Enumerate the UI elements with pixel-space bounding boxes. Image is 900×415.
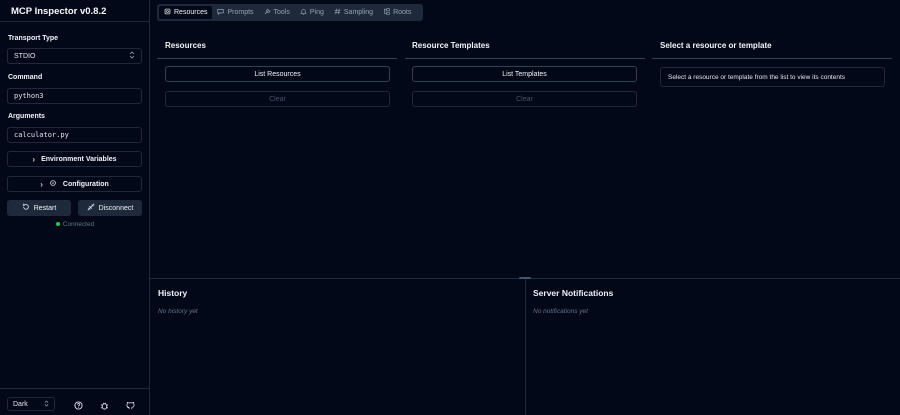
resource-templates-title: Resource Templates [412,41,490,50]
sidebar-header: MCP Inspector v0.8.2 [0,0,149,22]
tab-label: Prompts [227,9,254,16]
transport-type-select[interactable]: STDIO [7,48,142,64]
chevron-right-icon: › [40,179,43,189]
configuration-toggle[interactable]: › Configuration [7,176,142,192]
transport-type-value: STDIO [14,52,36,60]
command-input[interactable]: python3 [7,88,142,104]
tab-label: Tools [273,9,290,16]
prompts-icon [217,8,225,17]
status-dot [55,222,60,227]
tab-bar: Resources Prompts Tools Ping Sampling Ro… [157,4,423,21]
configuration-label: Configuration [62,180,109,188]
tab-label: Roots [393,9,412,16]
app-title: MCP Inspector v0.8.2 [11,6,107,17]
disconnect-button[interactable]: Disconnect [78,200,142,216]
resources-title: Resources [165,41,206,50]
tab-prompts[interactable]: Prompts [212,6,258,19]
help-icon[interactable] [73,400,83,410]
templates-divider [405,58,645,59]
transport-type-label: Transport Type [8,35,59,42]
restart-button[interactable]: Restart [7,200,71,216]
server-notifications-title: Server Notifications [533,288,614,298]
sidebar-footer: Dark [0,388,150,415]
arguments-input[interactable]: calculator.py [7,127,142,143]
restart-icon [22,203,30,213]
disconnect-label: Disconnect [98,204,134,212]
tab-label: Resources [174,9,208,16]
command-label: Command [8,74,43,81]
environment-variables-toggle[interactable]: › Environment Variables [7,151,142,167]
detail-title: Select a resource or template [660,41,772,50]
chevron-right-icon: › [32,154,36,164]
detail-divider [652,58,892,59]
theme-select[interactable]: Dark [7,397,55,411]
list-resources-button[interactable]: List Resources [165,66,390,82]
restart-label: Restart [33,204,57,212]
hash-icon [334,8,341,17]
tab-roots[interactable]: Roots [378,6,416,19]
history-empty-text: No history yet [158,308,198,315]
detail-placeholder: Select a resource or template from the l… [660,67,885,87]
bell-icon [300,8,307,17]
select-updown-icon [44,400,49,409]
folder-tree-icon [383,8,390,17]
tab-sampling[interactable]: Sampling [329,6,378,19]
tab-label: Ping [309,9,324,16]
clear-templates-button[interactable]: Clear [412,91,637,107]
tools-icon [264,8,271,17]
select-updown-icon [129,51,135,61]
theme-value: Dark [13,400,28,408]
github-icon[interactable] [125,400,135,410]
tab-label: Sampling [343,9,374,16]
tab-resources[interactable]: Resources [159,6,213,19]
arguments-label: Arguments [8,113,45,120]
connection-status-text: Connected [62,221,95,228]
clear-resources-button[interactable]: Clear [165,91,390,107]
history-title: History [158,288,188,298]
list-templates-button[interactable]: List Templates [412,66,637,82]
unplug-icon [87,203,95,213]
tab-tools[interactable]: Tools [259,6,295,19]
sidebar: MCP Inspector v0.8.2 Transport Type STDI… [0,0,150,415]
gear-icon [49,179,57,189]
resources-divider [157,58,397,59]
tab-ping[interactable]: Ping [295,6,329,19]
bug-icon[interactable] [99,400,109,410]
environment-variables-label: Environment Variables [41,155,117,163]
connection-status: Connected [0,221,150,228]
resources-icon [164,8,171,17]
notifications-empty-text: No notifications yet [533,308,588,315]
bottom-vertical-divider [525,279,526,415]
